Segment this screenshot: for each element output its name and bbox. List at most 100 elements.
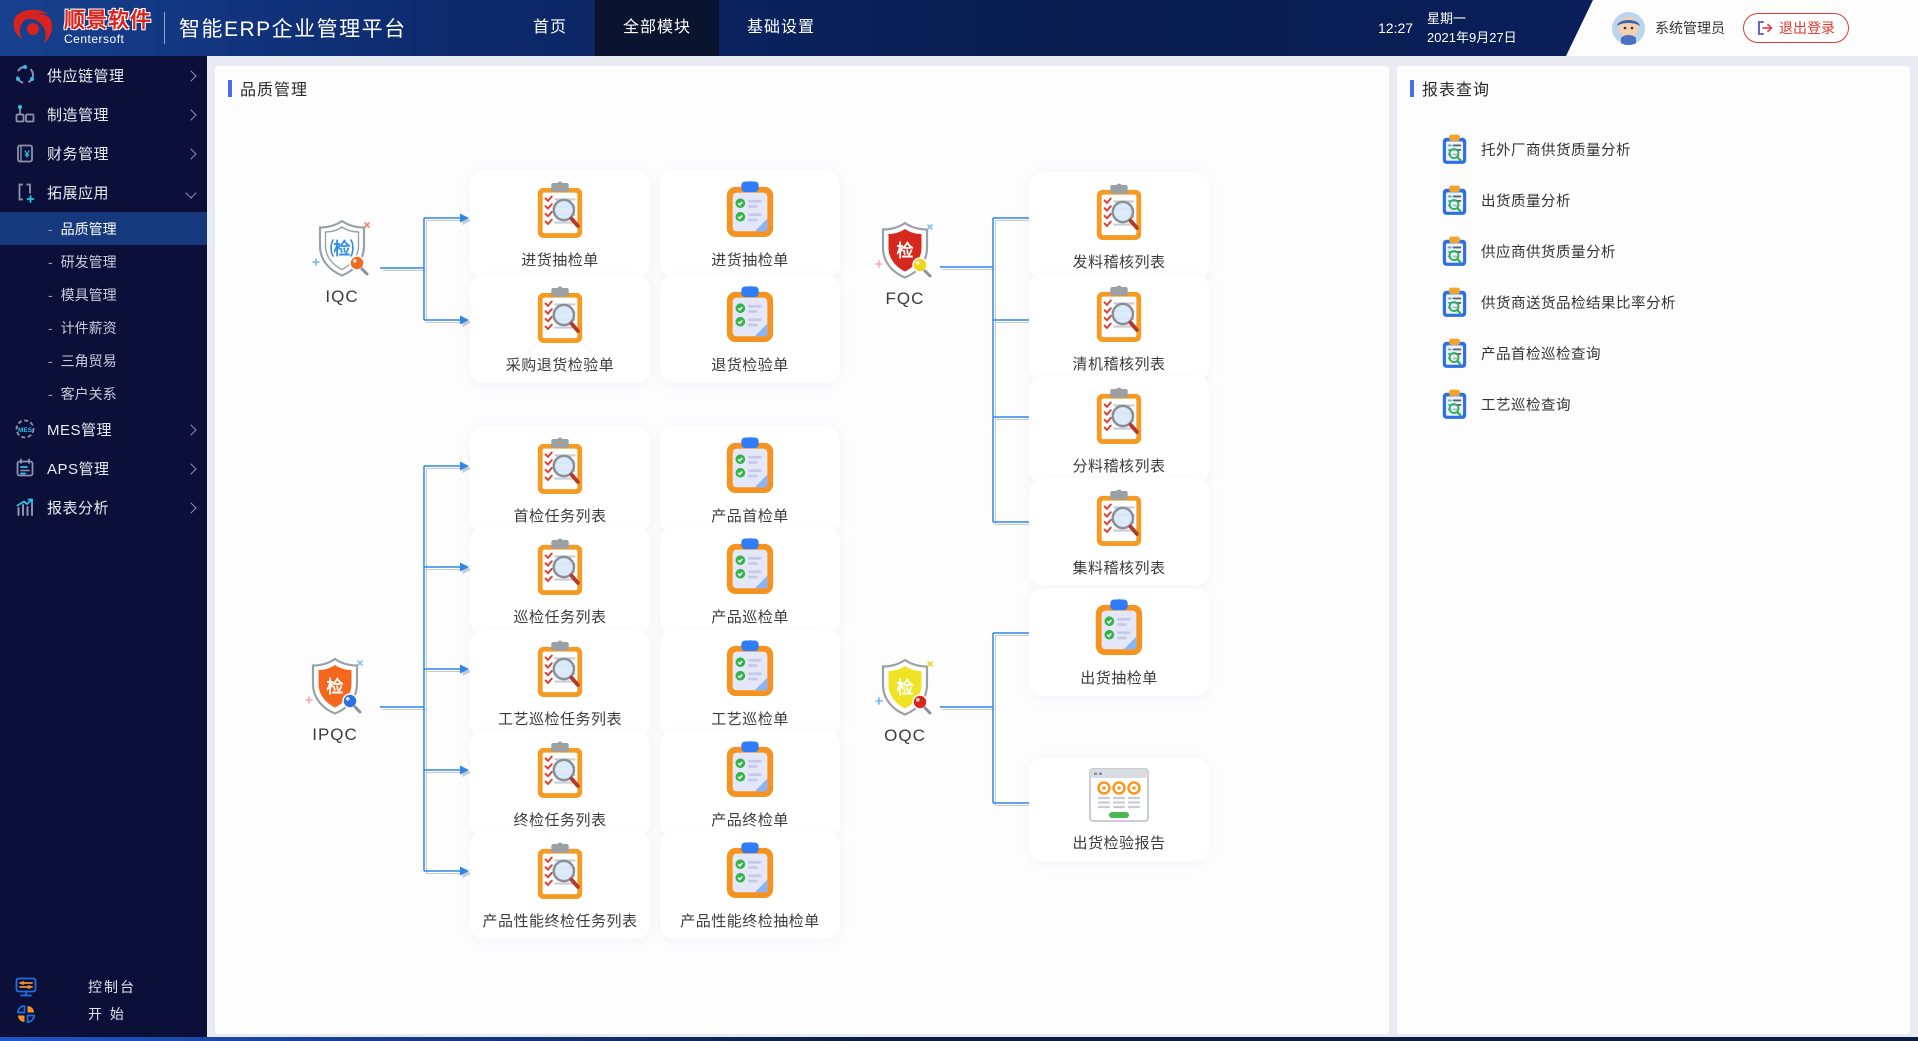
nav-tab-全部模块[interactable]: 全部模块	[595, 0, 720, 56]
report-list: 托外厂商供货质量分析 出货质量分析 供应商供货质量分析 供货商送货品检结果比率分…	[1441, 124, 1676, 430]
qc-shield-icon: 检	[312, 219, 370, 277]
title-accent-bar	[228, 79, 232, 97]
report-item-供应商供货质量分析[interactable]: 供应商供货质量分析	[1441, 226, 1676, 277]
flow-node-label: 采购退货检验单	[505, 357, 615, 374]
report-query-icon	[1442, 287, 1467, 317]
flow-node-产品终检单[interactable]: 产品终检单	[660, 730, 840, 838]
sidebar-subitem-品质管理[interactable]: - 品质管理	[0, 212, 207, 245]
inspection-form-icon	[726, 286, 774, 342]
sidebar-item-APS管理[interactable]: APS管理	[0, 449, 207, 488]
flow-group-FQC: 检 FQC	[857, 220, 953, 309]
flow-node-label: 退货检验单	[711, 357, 789, 374]
sidebar-item-label: 供应链管理	[47, 68, 125, 85]
flow-node-工艺巡检任务列表[interactable]: 工艺巡检任务列表	[470, 629, 650, 737]
inspection-list-icon	[537, 286, 583, 343]
inspection-list-icon	[537, 640, 583, 697]
manufacturing-icon	[15, 105, 35, 123]
report-item-供货商送货品检结果比率分析[interactable]: 供货商送货品检结果比率分析	[1441, 277, 1676, 328]
logout-button[interactable]: 退出登录	[1743, 13, 1849, 43]
svg-text:检: 检	[334, 239, 351, 259]
report-item-产品首检巡检查询[interactable]: 产品首检巡检查询	[1441, 328, 1676, 379]
dash: -	[48, 286, 53, 303]
sidebar-subitem-模具管理[interactable]: - 模具管理	[0, 278, 207, 311]
flow-node-清机稽核列表[interactable]: 清机稽核列表	[1029, 274, 1209, 382]
report-item-label: 供应商供货质量分析	[1481, 245, 1616, 261]
sidebar-item-供应链管理[interactable]: 供应链管理	[0, 56, 207, 95]
flow-node-发料稽核列表[interactable]: 发料稽核列表	[1029, 172, 1209, 280]
inspection-form-icon	[726, 181, 774, 237]
brand: 顺景软件 Centersoft 智能ERP企业管理平台	[10, 0, 407, 56]
sidebar-footer: 控制台 开 始	[0, 973, 207, 1027]
nav-tab-基础设置[interactable]: 基础设置	[719, 0, 843, 56]
report-item-出货质量分析[interactable]: 出货质量分析	[1441, 175, 1676, 226]
flow-node-产品巡检单[interactable]: 产品巡检单	[660, 527, 840, 635]
inspection-list-icon	[1096, 285, 1142, 342]
flow-node-产品性能终检任务列表[interactable]: 产品性能终检任务列表	[470, 831, 650, 939]
report-item-label: 供货商送货品检结果比率分析	[1481, 296, 1676, 312]
avatar[interactable]	[1612, 11, 1645, 45]
flow-node-巡检任务列表[interactable]: 巡检任务列表	[470, 527, 650, 635]
dash: -	[48, 352, 53, 369]
main-nav: 首页 全部模块 基础设置	[505, 0, 843, 56]
flow-node-终检任务列表[interactable]: 终检任务列表	[470, 730, 650, 838]
sidebar-item-报表分析[interactable]: 报表分析	[0, 488, 207, 527]
clock-time: 12:27	[1378, 20, 1414, 36]
flow-group-label: IQC	[325, 287, 359, 306]
finance-icon: ¥	[17, 144, 33, 163]
sidebar-item-MES管理[interactable]: MES MES管理	[0, 410, 207, 449]
report-panel-heading: 报表查询	[1422, 82, 1491, 99]
flow-node-首检任务列表[interactable]: 首检任务列表	[470, 426, 650, 534]
nav-tab-首页[interactable]: 首页	[505, 0, 595, 56]
flow-node-集料稽核列表[interactable]: 集料稽核列表	[1029, 478, 1209, 586]
flow-node-退货检验单[interactable]: 退货检验单	[660, 275, 840, 383]
inspection-form-icon	[726, 741, 774, 797]
qc-shield-icon: 检	[875, 658, 933, 716]
sidebar-subitem-label: 计件薪资	[60, 319, 117, 336]
flow-node-出货抽检单[interactable]: 出货抽检单	[1029, 588, 1209, 696]
flow-node-label: 集料稽核列表	[1072, 560, 1166, 577]
flow-node-label: 分料稽核列表	[1072, 458, 1166, 475]
dash: -	[48, 220, 53, 237]
report-item-工艺巡检查询[interactable]: 工艺巡检查询	[1441, 379, 1676, 430]
inspection-list-icon	[537, 538, 583, 595]
brand-text: 顺景软件 Centersoft	[64, 10, 152, 47]
sidebar-subitem-三角贸易[interactable]: - 三角贸易	[0, 344, 207, 377]
flow-node-出货检验报告[interactable]: 出货检验报告	[1029, 757, 1209, 861]
sidebar-footer-console[interactable]: 控制台	[0, 973, 207, 1000]
clock-weekday: 星期一	[1427, 11, 1467, 26]
flow-node-采购退货检验单[interactable]: 采购退货检验单	[470, 275, 650, 383]
header-clock: 12:27 星期一 2021年9月27日	[1378, 0, 1517, 56]
flow-node-label: 产品性能终检任务列表	[482, 913, 638, 930]
flow-node-label: 首检任务列表	[513, 508, 607, 525]
flow-node-产品性能终检抽检单[interactable]: 产品性能终检抽检单	[660, 831, 840, 939]
flow-node-分料稽核列表[interactable]: 分料稽核列表	[1029, 376, 1209, 484]
sidebar: 供应链管理 制造管理 ¥ 财务管理 拓展应用 - 品质管理 - 研发管理 - 模具管理 - 计件薪…	[0, 56, 207, 1037]
inspection-list-icon	[1096, 489, 1142, 546]
flow-group-OQC: 检 OQC	[857, 657, 953, 746]
flow-node-进货抽检单[interactable]: 进货抽检单	[470, 170, 650, 278]
sidebar-subitem-客户关系[interactable]: - 客户关系	[0, 377, 207, 410]
sidebar-subitem-研发管理[interactable]: - 研发管理	[0, 245, 207, 278]
dash: -	[48, 385, 53, 402]
sidebar-subitem-计件薪资[interactable]: - 计件薪资	[0, 311, 207, 344]
flow-node-label: 进货抽检单	[521, 252, 599, 269]
report-panel: 报表查询 托外厂商供货质量分析 出货质量分析 供应商供货质量分析 供货商送货品检…	[1397, 66, 1910, 1034]
flow-node-label: 终检任务列表	[513, 812, 607, 829]
flow-node-工艺巡检单[interactable]: 工艺巡检单	[660, 629, 840, 737]
report-item-托外厂商供货质量分析[interactable]: 托外厂商供货质量分析	[1441, 124, 1676, 175]
report-query-icon	[1442, 389, 1467, 419]
flow-node-进货抽检单[interactable]: 进货抽检单	[660, 170, 840, 278]
report-item-label: 产品首检巡检查询	[1481, 347, 1601, 363]
sidebar-footer-start[interactable]: 开 始	[0, 1000, 207, 1027]
chevron-right-icon	[185, 462, 197, 475]
flow-node-产品首检单[interactable]: 产品首检单	[660, 426, 840, 534]
console-icon	[15, 977, 37, 997]
sidebar-item-财务管理[interactable]: ¥ 财务管理	[0, 134, 207, 173]
app-window: 顺景软件 Centersoft 智能ERP企业管理平台 首页 全部模块 基础设置 1…	[0, 0, 1918, 1041]
sidebar-item-拓展应用[interactable]: 拓展应用	[0, 173, 207, 212]
sidebar-item-制造管理[interactable]: 制造管理	[0, 95, 207, 134]
app-title: 智能ERP企业管理平台	[179, 18, 407, 41]
start-icon	[17, 1005, 35, 1023]
sidebar-subitem-label: 品质管理	[60, 220, 117, 237]
qc-shield-icon: 检	[875, 221, 933, 279]
